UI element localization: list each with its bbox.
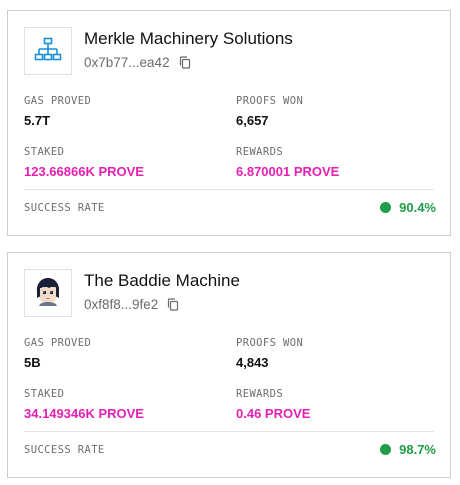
rewards-label: REWARDS bbox=[236, 146, 284, 158]
staked-value: 34.149346K PROVE bbox=[24, 406, 144, 421]
proofs-won-label: PROOFS WON bbox=[236, 95, 304, 107]
pixel-avatar-icon bbox=[33, 276, 63, 311]
proofs-won-value: 6,657 bbox=[236, 113, 269, 128]
success-rate-label: SUCCESS RATE bbox=[24, 202, 105, 214]
address-row: 0x7b77...ea42 bbox=[84, 55, 192, 70]
divider bbox=[24, 189, 434, 190]
prover-card[interactable]: Merkle Machinery Solutions 0x7b77...ea42… bbox=[7, 10, 451, 236]
gas-proved-label: GAS PROVED bbox=[24, 95, 92, 107]
staked-label: STAKED bbox=[24, 146, 65, 158]
gas-proved-value: 5.7T bbox=[24, 113, 51, 128]
success-rate-value: 98.7% bbox=[399, 442, 436, 457]
network-hierarchy-icon bbox=[34, 37, 62, 66]
proofs-won-value: 4,843 bbox=[236, 355, 269, 370]
prover-name[interactable]: The Baddie Machine bbox=[84, 271, 240, 291]
staked-label: STAKED bbox=[24, 388, 65, 400]
rewards-value: 0.46 PROVE bbox=[236, 406, 311, 421]
gas-proved-value: 5B bbox=[24, 355, 41, 370]
rewards-label: REWARDS bbox=[236, 388, 284, 400]
gas-proved-label: GAS PROVED bbox=[24, 337, 92, 349]
prover-logo bbox=[24, 269, 72, 317]
prover-address: 0x7b77...ea42 bbox=[84, 55, 170, 70]
success-rate-label: SUCCESS RATE bbox=[24, 444, 105, 456]
address-row: 0xf8f8...9fe2 bbox=[84, 297, 180, 312]
copy-icon[interactable] bbox=[178, 56, 192, 70]
success-rate: 98.7% bbox=[380, 442, 436, 457]
prover-card[interactable]: The Baddie Machine 0xf8f8...9fe2 GAS PRO… bbox=[7, 252, 451, 478]
staked-value: 123.66866K PROVE bbox=[24, 164, 144, 179]
status-dot-icon bbox=[380, 202, 392, 213]
prover-name[interactable]: Merkle Machinery Solutions bbox=[84, 29, 293, 49]
rewards-value: 6.870001 PROVE bbox=[236, 164, 340, 179]
divider bbox=[24, 431, 434, 432]
prover-logo bbox=[24, 27, 72, 75]
proofs-won-label: PROOFS WON bbox=[236, 337, 304, 349]
status-dot-icon bbox=[380, 444, 392, 455]
copy-icon[interactable] bbox=[166, 298, 180, 312]
success-rate-value: 90.4% bbox=[399, 200, 436, 215]
prover-address: 0xf8f8...9fe2 bbox=[84, 297, 159, 312]
success-rate: 90.4% bbox=[380, 200, 436, 215]
